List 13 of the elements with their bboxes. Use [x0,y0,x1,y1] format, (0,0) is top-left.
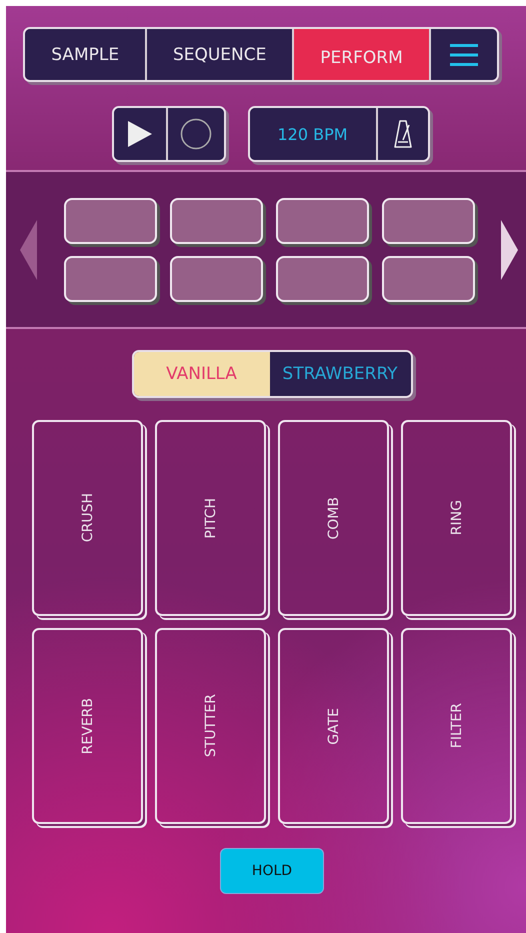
menu-button[interactable] [431,29,497,80]
tab[interactable]: PERFORM [294,29,432,80]
circle-icon [180,118,212,150]
play-icon [126,120,152,148]
menu-icon [450,42,478,68]
tab[interactable]: SAMPLE [25,29,148,80]
play-button[interactable] [114,108,168,160]
mode-toggle[interactable]: STRAWBERRY [270,352,410,396]
tab[interactable]: SEQUENCE [147,29,294,80]
tempo-button[interactable]: 120 BPM [250,108,378,160]
hold-button[interactable]: HOLD [220,848,324,894]
metronome-icon [394,120,412,148]
right-arrow-icon[interactable] [501,220,518,280]
